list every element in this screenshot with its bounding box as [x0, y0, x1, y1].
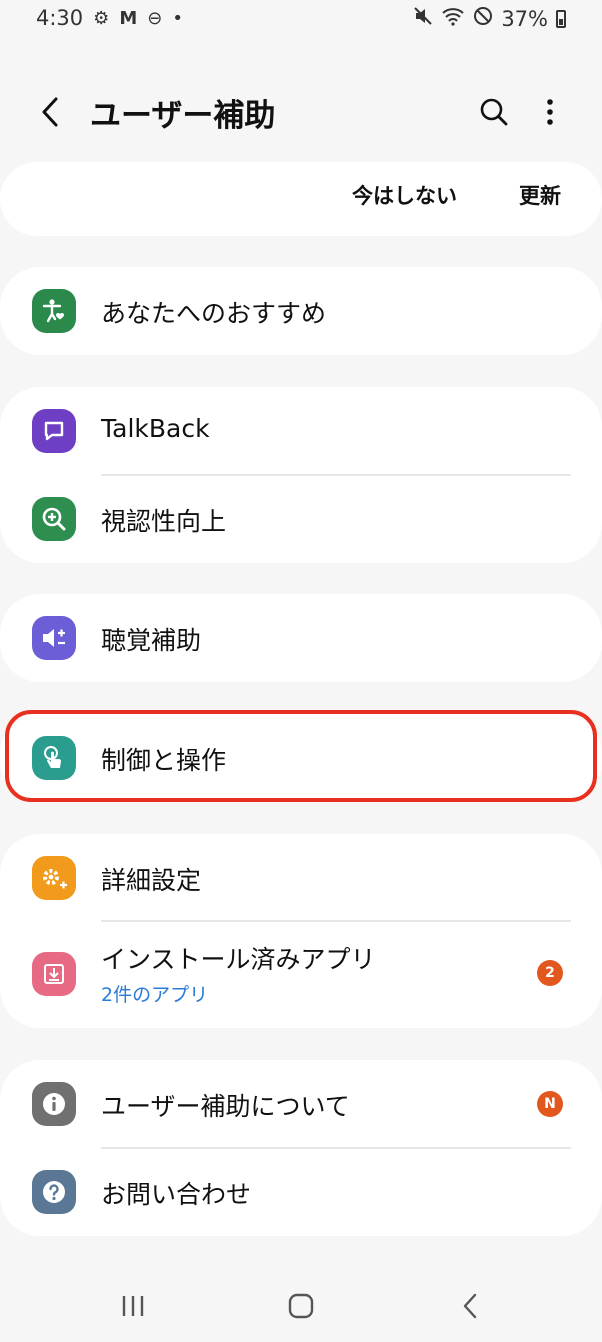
menu-item-visibility[interactable]: 視認性向上: [0, 475, 602, 563]
zoom-in-icon: [32, 497, 76, 541]
app-bar: ユーザー補助: [0, 80, 602, 144]
new-badge: N: [537, 1091, 563, 1117]
menu-item-talkback[interactable]: TalkBack: [0, 387, 602, 475]
battery-percent: 37%: [501, 6, 548, 31]
accessibility-heart-icon: [32, 289, 76, 333]
talkback-icon: [32, 409, 76, 453]
blocked-icon: [473, 6, 493, 31]
do-not-disturb-icon: ⊖: [147, 7, 163, 29]
recent-apps-icon: [122, 1296, 144, 1316]
status-bar-left: 4:30 ⚙ M ⊖ •: [36, 6, 183, 30]
status-time: 4:30: [36, 6, 84, 30]
gmail-icon: M: [119, 7, 138, 29]
menu-item-contact[interactable]: お問い合わせ: [0, 1148, 602, 1236]
vision-card: TalkBack 視認性向上: [0, 387, 602, 563]
hearing-card: 聴覚補助: [0, 594, 602, 682]
update-banner: 今はしない 更新: [0, 162, 602, 236]
gear-icon: ⚙: [93, 7, 110, 29]
more-options-button[interactable]: [528, 88, 572, 136]
search-button[interactable]: [470, 88, 518, 136]
wifi-icon: [441, 6, 465, 31]
gear-plus-icon: [32, 856, 76, 900]
menu-item-advanced[interactable]: 詳細設定: [0, 834, 602, 922]
back-button[interactable]: [30, 88, 70, 136]
info-icon: [32, 1082, 76, 1126]
recent-apps-button[interactable]: [103, 1284, 163, 1328]
dot-icon: •: [172, 7, 183, 29]
recommended-card: あなたへのおすすめ: [0, 267, 602, 355]
menu-item-label: お問い合わせ: [101, 1180, 252, 1209]
volume-icon: [32, 616, 76, 660]
battery-icon: [556, 9, 566, 28]
menu-item-label: ユーザー補助について: [101, 1092, 350, 1121]
menu-item-label: あなたへのおすすめ: [101, 299, 327, 328]
download-icon: [32, 952, 76, 996]
menu-item-about[interactable]: ユーザー補助について N: [0, 1060, 602, 1148]
more-vert-icon: [547, 99, 553, 125]
menu-item-installed-apps[interactable]: インストール済みアプリ 2件のアプリ 2: [0, 928, 602, 1028]
navigation-bar: [0, 1270, 602, 1342]
menu-item-label: 詳細設定: [101, 866, 202, 895]
divider: [101, 920, 571, 922]
menu-item-label: 聴覚補助: [101, 626, 202, 655]
home-button[interactable]: [271, 1284, 331, 1328]
page-title: ユーザー補助: [90, 98, 276, 134]
menu-item-label: 視認性向上: [101, 507, 227, 536]
nav-back-button[interactable]: [440, 1284, 500, 1328]
advanced-card: 詳細設定 インストール済みアプリ 2件のアプリ 2: [0, 834, 602, 1028]
menu-item-label: インストール済みアプリ: [101, 945, 376, 974]
mute-icon: [413, 6, 433, 31]
not-now-button[interactable]: 今はしない: [352, 180, 457, 210]
status-bar: 4:30 ⚙ M ⊖ • 37%: [0, 0, 602, 40]
menu-item-recommended[interactable]: あなたへのおすすめ: [0, 267, 602, 355]
chevron-left-icon: [42, 97, 58, 127]
highlight-frame: [5, 710, 597, 802]
menu-item-subtitle: 2件のアプリ: [101, 984, 209, 1006]
about-card: ユーザー補助について N お問い合わせ: [0, 1060, 602, 1236]
status-bar-right: 37%: [413, 6, 566, 31]
menu-item-label: TalkBack: [101, 414, 210, 443]
back-icon: [463, 1293, 477, 1319]
count-badge: 2: [537, 960, 563, 986]
home-icon: [288, 1293, 314, 1319]
menu-item-hearing[interactable]: 聴覚補助: [0, 594, 602, 682]
help-icon: [32, 1170, 76, 1214]
search-icon: [480, 98, 508, 126]
update-button[interactable]: 更新: [519, 180, 561, 210]
